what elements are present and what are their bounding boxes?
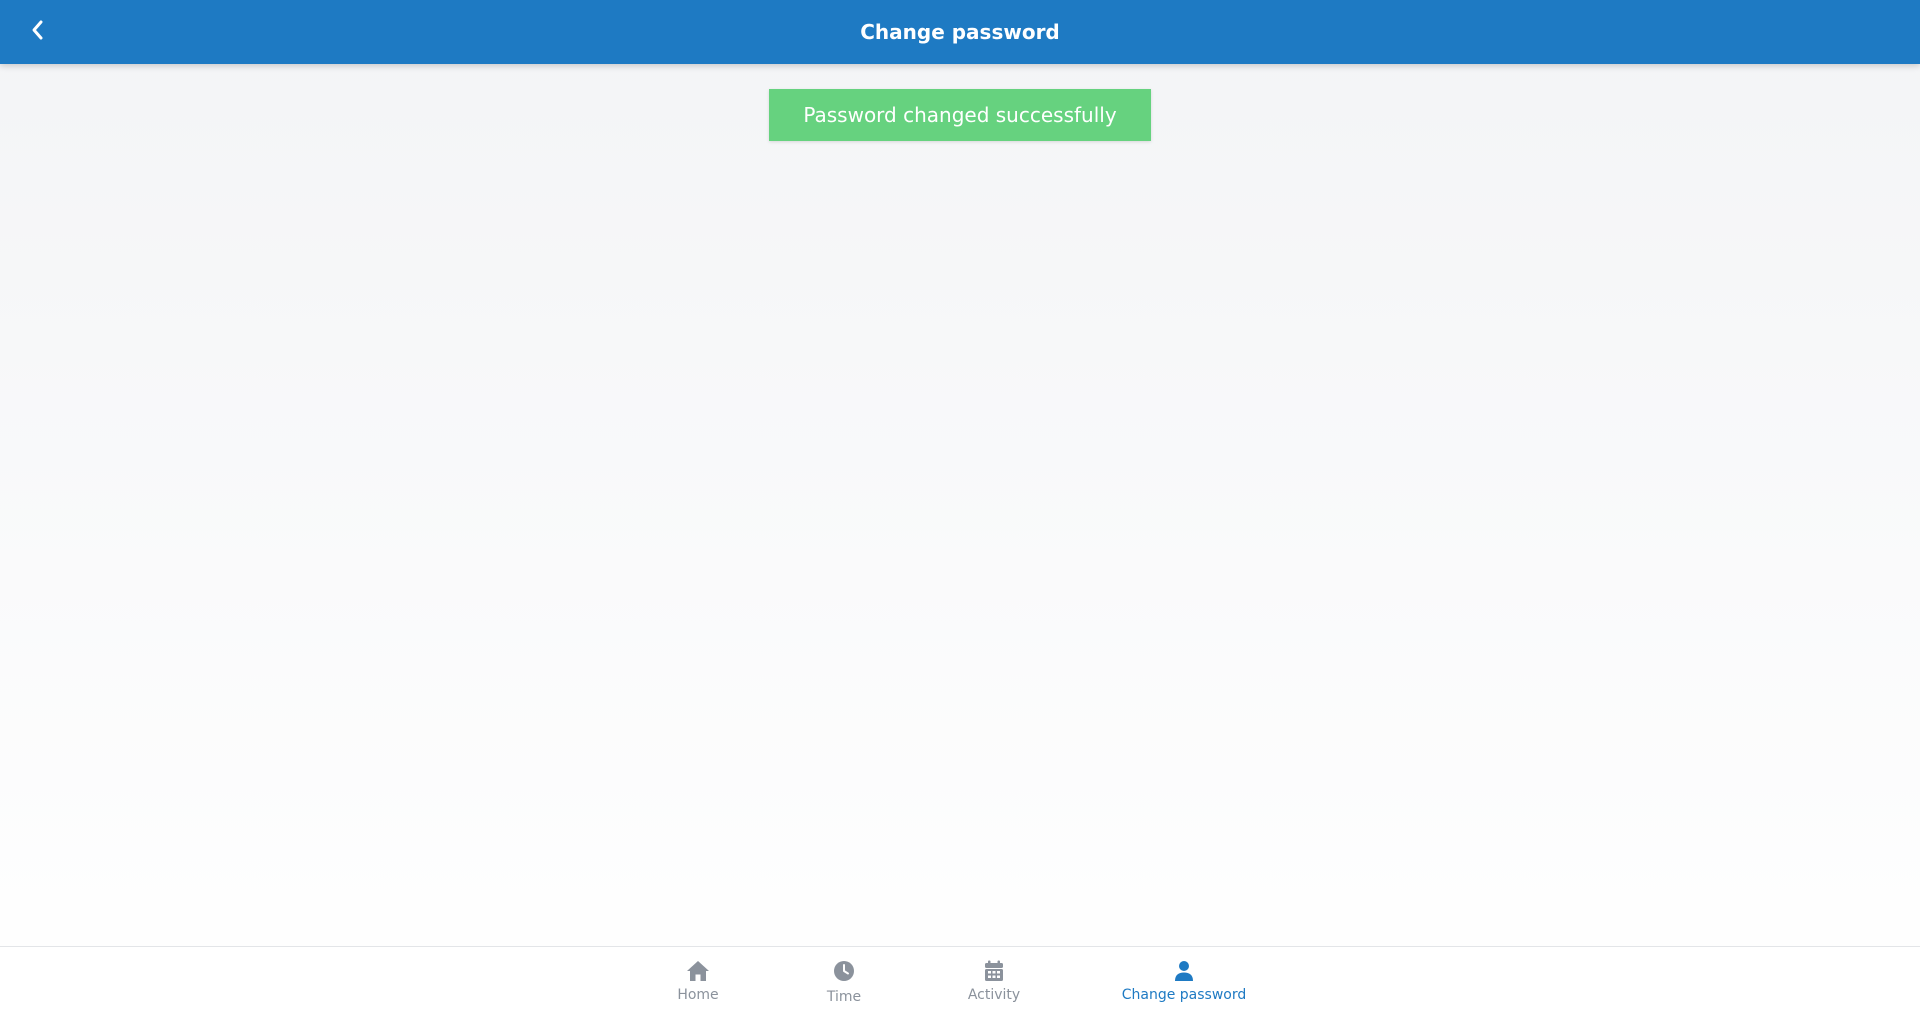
calendar-icon bbox=[984, 959, 1004, 983]
user-icon bbox=[1174, 959, 1194, 983]
nav-item-time[interactable]: Time bbox=[803, 947, 885, 1019]
clock-icon bbox=[833, 959, 855, 983]
bottom-nav: Home Time Activity Change password bbox=[0, 946, 1920, 1019]
nav-item-label: Time bbox=[826, 989, 862, 1005]
nav-item-label: Activity bbox=[967, 987, 1021, 1003]
nav-item-label: Change password bbox=[1121, 987, 1247, 1003]
page-title: Change password bbox=[860, 20, 1060, 44]
home-icon bbox=[686, 959, 710, 983]
app-header: Change password bbox=[0, 0, 1920, 64]
success-toast: Password changed successfully bbox=[769, 89, 1151, 141]
nav-item-activity[interactable]: Activity bbox=[953, 947, 1035, 1019]
nav-item-home[interactable]: Home bbox=[657, 947, 739, 1019]
nav-item-change-password[interactable]: Change password bbox=[1114, 947, 1254, 1019]
nav-item-label: Home bbox=[677, 987, 719, 1003]
